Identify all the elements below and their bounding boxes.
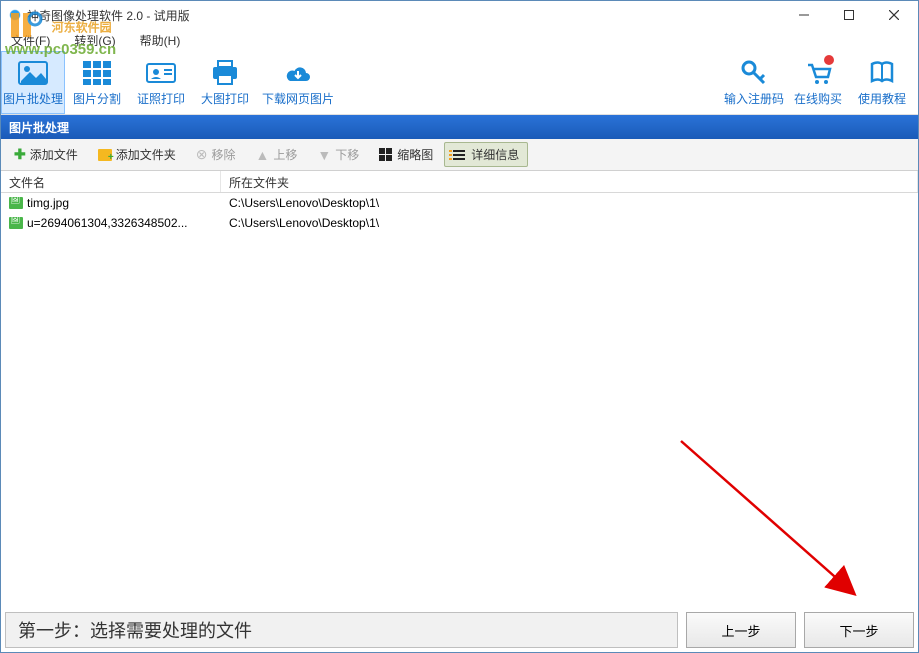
ribbon-tutorial[interactable]: 使用教程 [850, 51, 914, 114]
menu-bar: 文件(F) 转到(G) 帮助(H) [1, 29, 918, 51]
minimize-button[interactable] [781, 1, 826, 29]
thumbnail-icon [379, 148, 393, 162]
table-row[interactable]: u=2694061304,3326348502... C:\Users\Lenov… [1, 213, 918, 233]
footer-bar: 第一步：选择需要处理的文件 上一步 下一步 [5, 612, 914, 648]
next-step-button[interactable]: 下一步 [804, 612, 914, 648]
ribbon-label: 图片分割 [73, 90, 121, 107]
ribbon-download-web[interactable]: 下载网页图片 [257, 51, 339, 114]
arrow-down-icon: ▼ [317, 147, 331, 163]
cell-filename: u=2694061304,3326348502... [27, 216, 188, 230]
ribbon-label: 下载网页图片 [262, 90, 334, 107]
ribbon-label: 在线购买 [794, 90, 842, 107]
app-icon [7, 7, 23, 23]
file-list: 文件名 所在文件夹 timg.jpg C:\Users\Lenovo\Deskto… [1, 171, 918, 233]
image-icon [18, 58, 48, 88]
detail-view-button[interactable]: 详细信息 [444, 142, 528, 167]
ribbon-batch-process[interactable]: 图片批处理 [1, 51, 65, 114]
list-icon [453, 150, 467, 160]
step-description: 第一步：选择需要处理的文件 [5, 612, 678, 648]
table-row[interactable]: timg.jpg C:\Users\Lenovo\Desktop\1\ [1, 193, 918, 213]
cloud-download-icon [283, 58, 313, 88]
cell-folder: C:\Users\Lenovo\Desktop\1\ [229, 196, 379, 210]
ribbon-split[interactable]: 图片分割 [65, 51, 129, 114]
ribbon-buy-online[interactable]: 在线购买 [786, 51, 850, 114]
id-card-icon [146, 58, 176, 88]
ribbon-toolbar: 图片批处理 图片分割 证照打印 大图打印 下载网页图片 输入注册码 在线购买 [1, 51, 918, 115]
add-folder-button[interactable]: 添加文件夹 [89, 142, 185, 167]
button-label: 添加文件 [30, 146, 78, 163]
arrow-up-icon: ▲ [256, 147, 270, 163]
button-label: 移除 [212, 146, 236, 163]
ribbon-label: 证照打印 [137, 90, 185, 107]
plus-icon: ✚ [14, 146, 26, 163]
grid-icon [83, 58, 111, 88]
button-label: 下移 [335, 146, 359, 163]
ribbon-label: 图片批处理 [3, 90, 63, 107]
book-icon [868, 58, 896, 88]
title-bar: 神奇图像处理软件 2.0 - 试用版 [1, 1, 918, 29]
button-label: 添加文件夹 [116, 146, 176, 163]
remove-icon: ⊗ [196, 146, 208, 163]
printer-icon [211, 58, 239, 88]
ribbon-label: 使用教程 [858, 90, 906, 107]
ribbon-register[interactable]: 输入注册码 [722, 51, 786, 114]
thumbnail-view-button[interactable]: 缩略图 [370, 142, 442, 167]
folder-plus-icon [98, 149, 112, 161]
ribbon-label: 大图打印 [201, 90, 249, 107]
annotation-arrow [671, 431, 891, 621]
move-down-button[interactable]: ▼ 下移 [308, 142, 368, 167]
menu-file[interactable]: 文件(F) [5, 30, 56, 51]
ribbon-id-print[interactable]: 证照打印 [129, 51, 193, 114]
section-header: 图片批处理 [1, 115, 918, 139]
key-icon [740, 58, 768, 88]
section-title: 图片批处理 [9, 119, 69, 136]
column-filename[interactable]: 文件名 [1, 171, 221, 192]
ribbon-label: 输入注册码 [724, 90, 784, 107]
menu-goto[interactable]: 转到(G) [68, 30, 121, 51]
add-file-button[interactable]: ✚ 添加文件 [5, 142, 87, 167]
window-title: 神奇图像处理软件 2.0 - 试用版 [27, 7, 190, 24]
image-file-icon [9, 217, 23, 229]
menu-help[interactable]: 帮助(H) [134, 30, 187, 51]
remove-button[interactable]: ⊗ 移除 [187, 142, 245, 167]
list-header: 文件名 所在文件夹 [1, 171, 918, 193]
ribbon-big-print[interactable]: 大图打印 [193, 51, 257, 114]
image-file-icon [9, 197, 23, 209]
maximize-button[interactable] [826, 1, 871, 29]
move-up-button[interactable]: ▲ 上移 [247, 142, 307, 167]
cell-filename: timg.jpg [27, 196, 69, 210]
close-button[interactable] [871, 1, 916, 29]
cell-folder: C:\Users\Lenovo\Desktop\1\ [229, 216, 379, 230]
button-label: 详细信息 [471, 146, 519, 163]
file-toolbar: ✚ 添加文件 添加文件夹 ⊗ 移除 ▲ 上移 ▼ 下移 缩略图 详细信息 [1, 139, 918, 171]
button-label: 上移 [273, 146, 297, 163]
cart-badge [824, 55, 834, 65]
column-folder[interactable]: 所在文件夹 [221, 171, 918, 192]
button-label: 缩略图 [397, 146, 433, 163]
prev-step-button[interactable]: 上一步 [686, 612, 796, 648]
